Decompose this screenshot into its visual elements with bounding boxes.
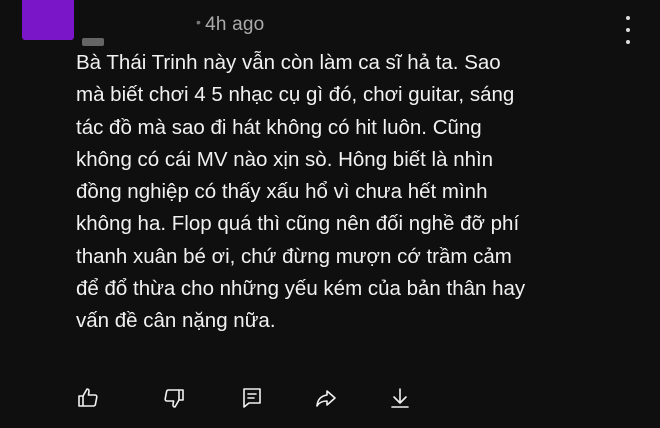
download-icon: [391, 388, 409, 408]
comment-text: Bà Thái Trinh này vẫn còn làm ca sĩ hả t…: [76, 47, 636, 338]
comment-line: Bà Thái Trinh này vẫn còn làm ca sĩ hả t…: [76, 51, 501, 74]
comment-line: để đổ thừa cho những yếu kém của bản thâ…: [76, 277, 526, 301]
avatar[interactable]: [22, 0, 74, 40]
thumbs-up-icon: [78, 388, 98, 407]
comment-line: vấn đề cân nặng nữa.: [76, 309, 276, 333]
menu-dot: [626, 28, 630, 32]
download-button[interactable]: [386, 384, 414, 412]
like-button[interactable]: [74, 384, 102, 412]
comment-meta: • 4h ago: [196, 14, 264, 36]
comment-line: đồng nghiệp có thấy xấu hổ vì chưa hết m…: [76, 180, 488, 204]
share-icon: [316, 390, 336, 407]
comment-line: tác đồ mà sao đi hát không có hit luôn. …: [76, 115, 482, 139]
thumbs-down-icon: [164, 389, 184, 408]
redacted-username: [82, 38, 104, 46]
separator-dot: •: [196, 14, 202, 30]
comment-timestamp: 4h ago: [205, 14, 265, 35]
dislike-button[interactable]: [160, 384, 188, 412]
comment-line: không có cái MV nào xịn sò. Hông biết là…: [76, 147, 494, 171]
comment-actions: [0, 384, 660, 414]
share-button[interactable]: [312, 384, 340, 412]
comment-line: không ha. Flop quá thì cũng nên đối nghề…: [76, 212, 520, 236]
reply-button[interactable]: [238, 384, 266, 412]
menu-dot: [626, 16, 630, 20]
more-options-icon[interactable]: [618, 16, 638, 44]
menu-dot: [626, 40, 630, 44]
comment-line: mà biết chơi 4 5 nhạc cụ gì đó, chơi gui…: [76, 83, 515, 107]
comment-line: thanh xuân bé ơi, chứ đừng mượn cớ trầm …: [76, 244, 512, 268]
reply-icon: [243, 388, 261, 408]
